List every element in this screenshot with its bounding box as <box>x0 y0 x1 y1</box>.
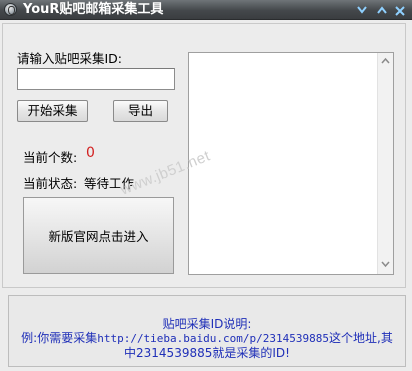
id-label: 请输入贴吧采集ID: <box>17 51 123 66</box>
start-button[interactable]: 开始采集 <box>17 100 88 122</box>
id-input[interactable] <box>17 68 175 90</box>
info-title: 贴吧采集ID说明: <box>162 317 252 331</box>
scrollbar[interactable] <box>377 53 393 274</box>
info-panel: 贴吧采集ID说明: 例:你需要采集http://tieba.baidu.com/… <box>8 295 406 367</box>
window-title: YouR贴吧邮箱采集工具 <box>23 2 164 17</box>
app-icon <box>4 3 17 16</box>
chevron-down-icon[interactable] <box>353 2 371 18</box>
title-bar: YouR贴吧邮箱采集工具 <box>0 0 412 20</box>
count-value: 0 <box>86 145 95 161</box>
info-example-url: http://tieba.baidu.com/p/2314539885 <box>97 332 329 345</box>
close-icon[interactable] <box>391 2 409 18</box>
scroll-up-icon[interactable] <box>378 55 393 69</box>
result-list[interactable] <box>188 52 394 275</box>
count-label: 当前个数: <box>23 150 78 165</box>
info-example-prefix: 例:你需要采集 <box>21 331 98 345</box>
info-example-suffix: 这个地址,其 <box>329 331 393 345</box>
info-explanation: 中2314539885就是采集的ID! <box>124 346 290 360</box>
state-label: 当前状态: <box>23 176 78 191</box>
export-button[interactable]: 导出 <box>113 100 168 122</box>
info-example: 例:你需要采集http://tieba.baidu.com/p/23145398… <box>9 331 405 346</box>
enter-site-button[interactable]: 新版官网点击进入 <box>23 197 174 274</box>
scroll-down-icon[interactable] <box>378 258 393 272</box>
chevron-up-icon[interactable] <box>373 2 391 18</box>
